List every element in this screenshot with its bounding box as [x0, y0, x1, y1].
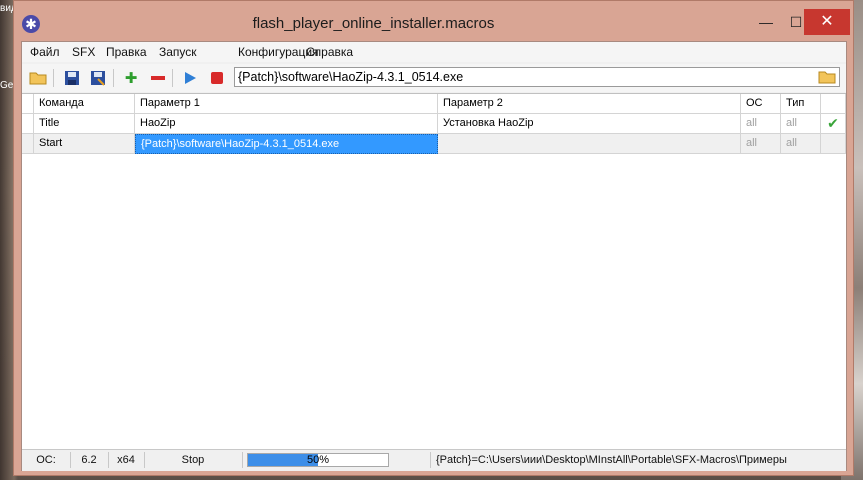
menu-edit[interactable]: Правка	[106, 45, 147, 59]
menu-sfx[interactable]: SFX	[72, 45, 95, 59]
macro-grid[interactable]: Команда Параметр 1 Параметр 2 ОС Тип Tit…	[22, 93, 846, 450]
status-spacer	[394, 452, 431, 468]
add-icon[interactable]: ✚	[121, 68, 141, 88]
cell-param2[interactable]: Установка HaoZip	[438, 114, 741, 134]
row-indicator[interactable]	[22, 134, 34, 154]
toolbar: ✚ {Patch}\software\HaoZip-4.3.1_0514.exe	[22, 64, 846, 92]
table-row[interactable]: Title HaoZip Установка HaoZip all all ✔	[22, 114, 846, 134]
title-bar[interactable]: ✱ flash_player_online_installer.macros —…	[14, 1, 853, 41]
toolbar-separator	[53, 69, 54, 87]
desktop-label-ge: Ge	[0, 80, 14, 91]
header-param2[interactable]: Параметр 2	[438, 94, 741, 114]
stop-icon[interactable]	[207, 68, 227, 88]
progress-text: 50%	[306, 454, 330, 466]
menu-help[interactable]: Справка	[306, 45, 353, 59]
toolbar-separator	[113, 69, 114, 87]
status-arch: x64	[108, 452, 145, 468]
cell-type[interactable]: all	[781, 134, 821, 154]
cell-type[interactable]: all	[781, 114, 821, 134]
main-window: ✱ flash_player_online_installer.macros —…	[13, 0, 854, 476]
table-row[interactable]: Start {Patch}\software\HaoZip-4.3.1_0514…	[22, 134, 846, 154]
row-indicator-header	[22, 94, 34, 114]
remove-icon[interactable]	[148, 68, 168, 88]
check-icon[interactable]: ✔	[821, 114, 846, 134]
cell-command[interactable]: Title	[34, 114, 135, 134]
window-title: flash_player_online_installer.macros	[252, 15, 495, 32]
header-param1[interactable]: Параметр 1	[135, 94, 438, 114]
grid-header-row: Команда Параметр 1 Параметр 2 ОС Тип	[22, 94, 846, 114]
menu-bar: Файл SFX Правка Запуск Конфигурация Спра…	[22, 42, 846, 62]
progress-bar: 50%	[247, 453, 389, 467]
run-icon[interactable]	[180, 68, 200, 88]
cell-os[interactable]: all	[741, 134, 781, 154]
save-icon[interactable]	[62, 68, 82, 88]
cell-check[interactable]	[821, 134, 846, 154]
browse-folder-icon[interactable]	[818, 68, 836, 86]
status-bar: ОС: 6.2 x64 Stop 50% {Patch}=C:\Users\ии…	[22, 449, 846, 471]
menu-file[interactable]: Файл	[30, 45, 60, 59]
minimize-button[interactable]: —	[752, 10, 780, 34]
cell-param1-selected[interactable]: {Patch}\software\HaoZip-4.3.1_0514.exe	[135, 134, 438, 154]
status-os-version: 6.2	[70, 452, 109, 468]
header-type[interactable]: Тип	[781, 94, 821, 114]
menu-run[interactable]: Запуск	[159, 45, 197, 59]
status-os-label: ОС:	[22, 452, 71, 468]
status-path: {Patch}=C:\Users\иии\Desktop\MInstAll\Po…	[436, 454, 787, 466]
client-area: Файл SFX Правка Запуск Конфигурация Спра…	[21, 41, 847, 471]
cell-param1[interactable]: HaoZip	[135, 114, 438, 134]
close-button[interactable]: ✕	[804, 9, 850, 35]
cell-os[interactable]: all	[741, 114, 781, 134]
header-check	[821, 94, 846, 114]
cell-param2[interactable]	[438, 134, 741, 154]
status-state: Stop	[144, 452, 243, 468]
header-command[interactable]: Команда	[34, 94, 135, 114]
open-folder-icon[interactable]	[28, 68, 48, 88]
path-input[interactable]: {Patch}\software\HaoZip-4.3.1_0514.exe	[234, 67, 840, 87]
toolbar-separator	[172, 69, 173, 87]
row-indicator[interactable]	[22, 114, 34, 134]
cell-command[interactable]: Start	[34, 134, 135, 154]
header-os[interactable]: ОС	[741, 94, 781, 114]
save-as-icon[interactable]	[88, 68, 108, 88]
